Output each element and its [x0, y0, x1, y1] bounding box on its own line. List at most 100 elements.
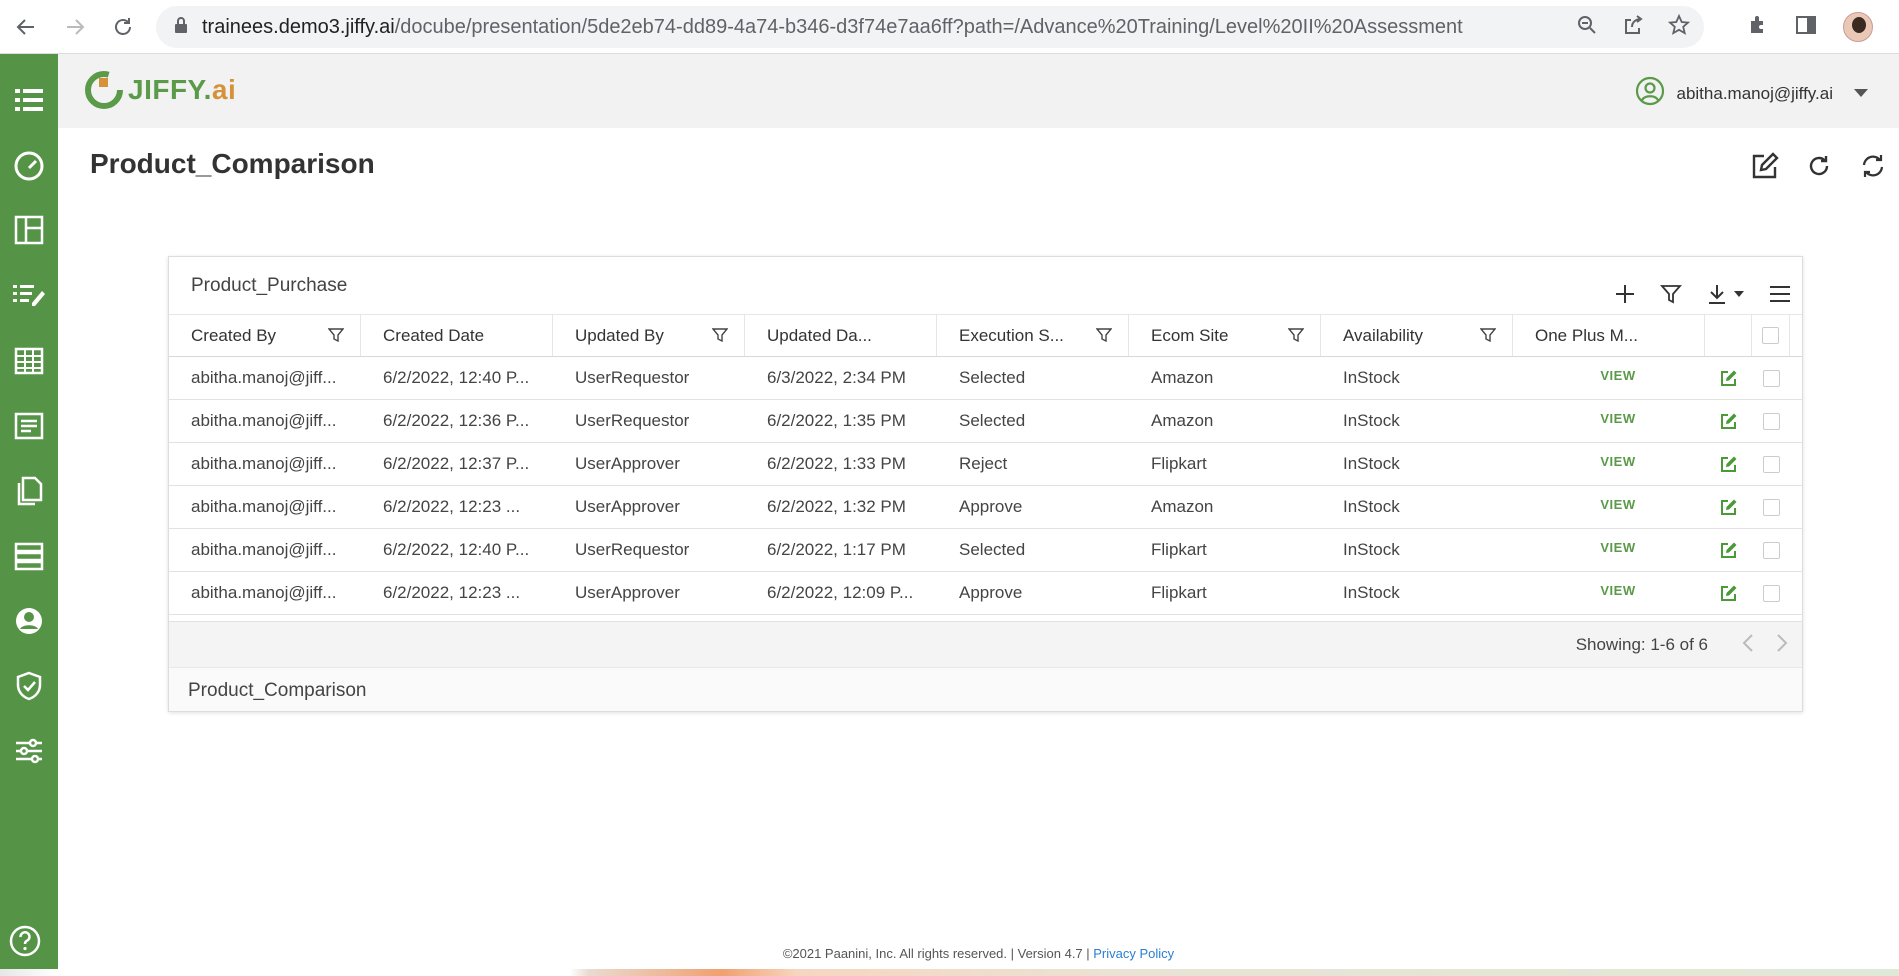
- column-header-ecom-site[interactable]: Ecom Site: [1129, 315, 1321, 356]
- column-header-created-by[interactable]: Created By: [169, 315, 361, 356]
- cell-updated-by: UserRequestor: [575, 368, 690, 387]
- column-header-updated-date[interactable]: Updated Da...: [745, 315, 937, 356]
- menu-icon[interactable]: [1768, 277, 1792, 311]
- chevron-left-icon[interactable]: [1742, 633, 1754, 658]
- bookmark-star-icon[interactable]: [1667, 13, 1691, 41]
- edit-page-icon[interactable]: [1749, 150, 1781, 182]
- chevron-right-icon[interactable]: [1776, 633, 1788, 658]
- cell-created-date: 6/2/2022, 12:36 P...: [383, 411, 530, 430]
- add-icon[interactable]: [1614, 277, 1636, 311]
- user-menu[interactable]: abitha.manoj@jiffy.ai: [1635, 76, 1870, 111]
- view-link[interactable]: VIEW: [1535, 411, 1705, 426]
- app-header: JIFFY.ai abitha.manoj@jiffy.ai: [58, 54, 1899, 128]
- user-icon[interactable]: [11, 603, 47, 639]
- user-circle-icon: [1635, 76, 1665, 111]
- cell-availability: InStock: [1343, 497, 1400, 516]
- row-checkbox[interactable]: [1762, 584, 1780, 602]
- database-icon[interactable]: [11, 538, 47, 574]
- form-icon[interactable]: [11, 408, 47, 444]
- download-icon[interactable]: [1706, 277, 1744, 311]
- grid-header-row: Created By Created Date Updated By Updat…: [169, 314, 1802, 357]
- zoom-icon[interactable]: [1576, 14, 1598, 41]
- table-row[interactable]: abitha.manoj@jiff... 6/2/2022, 12:23 ...…: [169, 486, 1802, 529]
- cell-updated-date: 6/3/2022, 2:34 PM: [767, 368, 906, 387]
- edit-row-icon[interactable]: [1705, 357, 1752, 399]
- view-link[interactable]: VIEW: [1535, 497, 1705, 512]
- view-link[interactable]: VIEW: [1535, 583, 1705, 598]
- card-toolbar: [1614, 277, 1792, 311]
- filter-icon[interactable]: [1660, 277, 1682, 311]
- back-icon[interactable]: [6, 7, 46, 47]
- page-title: Product_Comparison: [90, 148, 375, 179]
- row-checkbox[interactable]: [1762, 541, 1780, 559]
- cell-availability: InStock: [1343, 411, 1400, 430]
- cell-updated-date: 6/2/2022, 1:32 PM: [767, 497, 906, 516]
- cell-ecom-site: Amazon: [1151, 497, 1214, 516]
- column-header-select-all[interactable]: [1752, 315, 1790, 356]
- edit-row-icon[interactable]: [1705, 572, 1752, 614]
- edit-row-icon[interactable]: [1705, 400, 1752, 442]
- edit-row-icon[interactable]: [1705, 529, 1752, 571]
- column-filter-icon[interactable]: [327, 327, 345, 348]
- list-icon[interactable]: [11, 82, 47, 118]
- column-header-execution-status[interactable]: Execution S...: [937, 315, 1129, 356]
- column-filter-icon[interactable]: [711, 327, 729, 348]
- table-row[interactable]: abitha.manoj@jiff... 6/2/2022, 12:37 P..…: [169, 443, 1802, 486]
- table-row[interactable]: abitha.manoj@jiff... 6/2/2022, 12:23 ...…: [169, 572, 1802, 615]
- column-header-updated-by[interactable]: Updated By: [553, 315, 745, 356]
- column-filter-icon[interactable]: [1095, 327, 1113, 348]
- column-filter-icon[interactable]: [1287, 327, 1305, 348]
- dashboard-gauge-icon[interactable]: [11, 147, 47, 183]
- reload-icon[interactable]: [103, 7, 143, 47]
- left-sidebar: [0, 54, 58, 969]
- card-title: Product_Purchase: [191, 275, 348, 296]
- forward-icon[interactable]: [55, 7, 95, 47]
- cell-created-by: abitha.manoj@jiff...: [191, 583, 337, 602]
- profile-avatar[interactable]: [1843, 12, 1873, 42]
- row-checkbox[interactable]: [1762, 498, 1780, 516]
- view-link[interactable]: VIEW: [1535, 454, 1705, 469]
- sync-icon[interactable]: [1857, 150, 1889, 182]
- table-row[interactable]: abitha.manoj@jiff... 6/2/2022, 12:40 P..…: [169, 529, 1802, 572]
- refresh-icon[interactable]: [1803, 150, 1835, 182]
- table-icon[interactable]: [11, 343, 47, 379]
- chevron-down-icon[interactable]: [1853, 85, 1869, 103]
- shield-icon[interactable]: [11, 668, 47, 704]
- cell-updated-by: UserApprover: [575, 583, 680, 602]
- column-header-one-plus-model[interactable]: One Plus M...: [1513, 315, 1705, 356]
- documents-icon[interactable]: [11, 473, 47, 509]
- edit-list-icon[interactable]: [11, 277, 47, 313]
- table-row[interactable]: abitha.manoj@jiff... 6/2/2022, 12:40 P..…: [169, 357, 1802, 400]
- page-footer: ©2021 Paanini, Inc. All rights reserved.…: [0, 946, 1899, 961]
- cell-execution-status: Selected: [959, 368, 1026, 387]
- cell-created-by: abitha.manoj@jiff...: [191, 540, 337, 559]
- layout-icon[interactable]: [11, 212, 47, 248]
- cell-execution-status: Reject: [959, 454, 1008, 473]
- select-all-checkbox[interactable]: [1762, 327, 1779, 344]
- edit-row-icon[interactable]: [1705, 443, 1752, 485]
- edit-row-icon[interactable]: [1705, 486, 1752, 528]
- cell-updated-date: 6/2/2022, 12:09 P...: [767, 583, 914, 602]
- share-icon[interactable]: [1622, 14, 1644, 41]
- column-filter-icon[interactable]: [1479, 327, 1497, 348]
- column-header-availability[interactable]: Availability: [1321, 315, 1513, 356]
- table-row[interactable]: abitha.manoj@jiff... 6/2/2022, 12:36 P..…: [169, 400, 1802, 443]
- row-checkbox[interactable]: [1762, 412, 1780, 430]
- view-link[interactable]: VIEW: [1535, 540, 1705, 555]
- browser-toolbar: trainees.demo3.jiffy.ai/docube/presentat…: [0, 0, 1899, 54]
- address-bar[interactable]: trainees.demo3.jiffy.ai/docube/presentat…: [156, 6, 1704, 48]
- cell-created-date: 6/2/2022, 12:40 P...: [383, 368, 530, 387]
- cell-availability: InStock: [1343, 583, 1400, 602]
- side-panel-icon[interactable]: [1795, 14, 1817, 41]
- column-header-created-date[interactable]: Created Date: [361, 315, 553, 356]
- row-checkbox[interactable]: [1762, 369, 1780, 387]
- privacy-policy-link[interactable]: Privacy Policy: [1093, 946, 1174, 961]
- jiffy-logo[interactable]: JIFFY.ai: [84, 70, 236, 110]
- cell-created-by: abitha.manoj@jiff...: [191, 368, 337, 387]
- extensions-icon[interactable]: [1747, 14, 1769, 41]
- cell-ecom-site: Flipkart: [1151, 583, 1207, 602]
- settings-sliders-icon[interactable]: [11, 733, 47, 769]
- row-checkbox[interactable]: [1762, 455, 1780, 473]
- cell-execution-status: Selected: [959, 540, 1026, 559]
- view-link[interactable]: VIEW: [1535, 368, 1705, 383]
